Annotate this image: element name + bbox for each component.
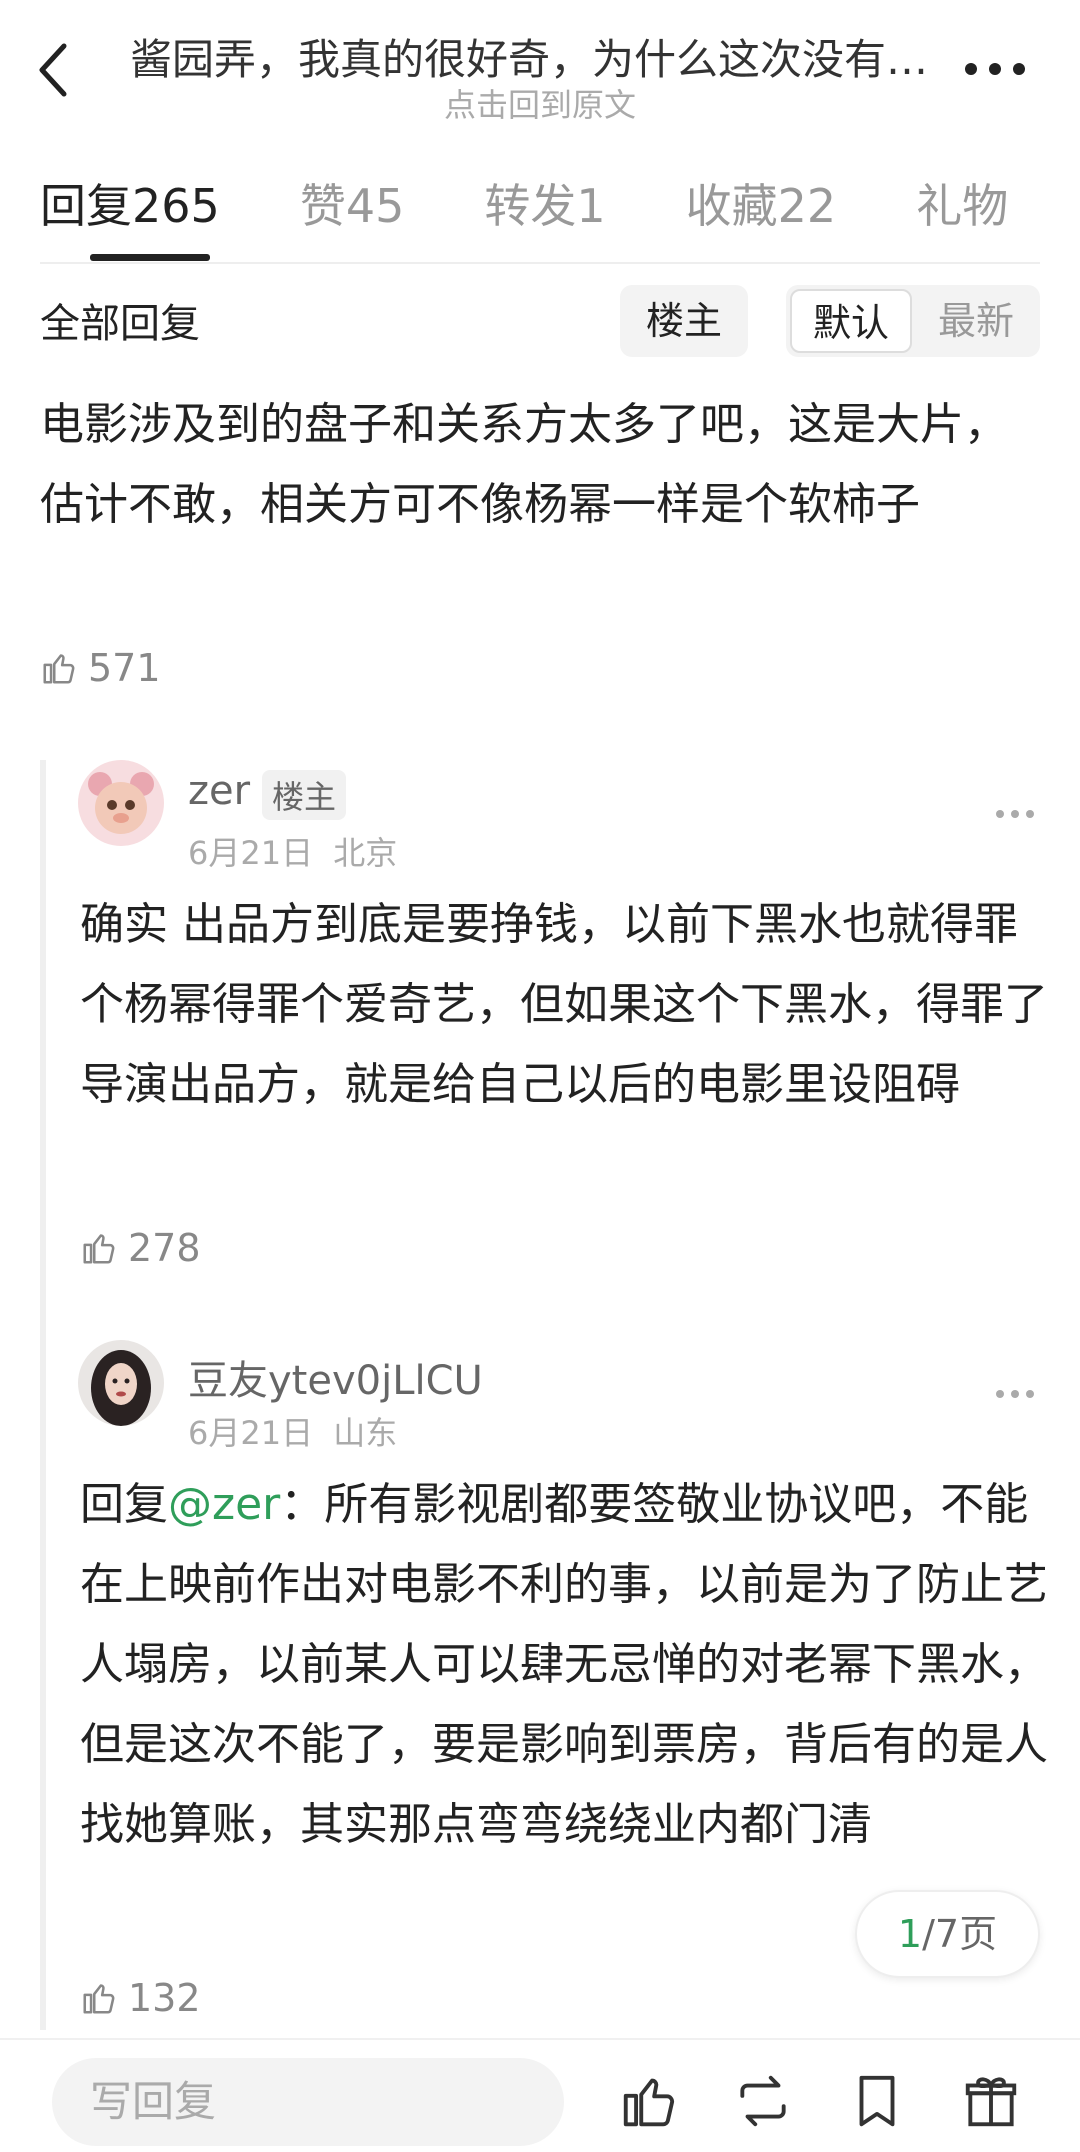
- back-to-post-link[interactable]: 点击回到原文: [0, 80, 1080, 126]
- op-badge: 楼主: [262, 770, 347, 820]
- avatar[interactable]: [78, 1340, 164, 1426]
- main-comment-like[interactable]: 571: [40, 646, 161, 690]
- avatar[interactable]: [78, 760, 164, 846]
- like-count: 278: [128, 1226, 201, 1270]
- sort-latest-button[interactable]: 最新: [914, 285, 1038, 357]
- thumbs-up-icon: [83, 1234, 115, 1264]
- reply-like[interactable]: 132: [80, 1976, 201, 2020]
- post-title[interactable]: 酱园弄，我真的很好奇，为什么这次没有…: [130, 26, 930, 87]
- tab-label: 礼物: [916, 179, 1009, 233]
- tab-reposts[interactable]: 转发1: [484, 170, 605, 260]
- reply-text: 回复@zer：所有影视剧都要签敬业协议吧，不能在上映前作出对电影不利的事，以前是…: [80, 1465, 1060, 1865]
- reply-username[interactable]: 豆友ytev0jLlCU: [188, 1348, 483, 1406]
- tab-bar: 回复265 赞45 转发1 收藏22 礼物: [40, 170, 1080, 261]
- reply-meta: 6月21日 北京: [188, 828, 397, 874]
- tab-gifts[interactable]: 礼物: [916, 170, 1008, 260]
- op-only-filter-button[interactable]: 楼主: [620, 285, 748, 357]
- all-replies-label: 全部回复: [40, 301, 200, 347]
- more-options-icon[interactable]: [965, 62, 1025, 76]
- tab-replies[interactable]: 回复265: [40, 170, 220, 261]
- thread-line: [40, 760, 46, 2030]
- tab-count: 1: [576, 179, 606, 233]
- tab-divider: [40, 262, 1040, 264]
- like-count: 132: [128, 1976, 201, 2020]
- reply-date: 6月21日: [188, 1414, 314, 1452]
- reply-location: 北京: [333, 834, 398, 872]
- tab-count: 22: [777, 179, 837, 233]
- reply-body: ：所有影视剧都要签敬业协议吧，不能在上映前作出对电影不利的事，以前是为了防止艺人…: [80, 1479, 1048, 1850]
- reply-location: 山东: [333, 1414, 398, 1452]
- total-pages: /7页: [922, 1912, 998, 1956]
- reply-like[interactable]: 278: [80, 1226, 201, 1270]
- reply-text: 确实 出品方到底是要挣钱，以前下黑水也就得罪个杨幂得罪个爱奇艺，但如果这个下黑水…: [80, 899, 1048, 1110]
- main-comment-text: 电影涉及到的盘子和关系方太多了吧，这是大片，估计不敢，相关方可不像杨幂一样是个软…: [40, 399, 1008, 530]
- mention-link[interactable]: @zer: [168, 1479, 280, 1530]
- tab-likes[interactable]: 赞45: [300, 170, 405, 260]
- thumbs-up-icon: [83, 1984, 115, 2014]
- page-indicator[interactable]: 1/7页: [855, 1890, 1040, 1978]
- like-count: 571: [88, 646, 161, 690]
- active-tab-indicator: [90, 254, 210, 261]
- tab-label: 转发: [484, 179, 577, 233]
- bottom-divider: [0, 2038, 1080, 2040]
- reply-date: 6月21日: [188, 834, 314, 872]
- tab-favorites[interactable]: 收藏22: [686, 170, 837, 260]
- like-button-icon[interactable]: [618, 2070, 680, 2132]
- current-page: 1: [897, 1912, 923, 1956]
- reply-username[interactable]: zer: [188, 768, 250, 814]
- tab-count: 265: [132, 179, 220, 233]
- sort-toggle: 默认 最新: [786, 285, 1040, 357]
- reply-meta: 6月21日 山东: [188, 1408, 397, 1454]
- sort-default-button[interactable]: 默认: [790, 289, 912, 353]
- reply-more-icon[interactable]: [996, 1390, 1034, 1400]
- reply-filter-row: 全部回复 楼主 默认 最新: [40, 285, 1040, 357]
- thumbs-up-icon: [43, 654, 75, 684]
- tab-count: 45: [345, 179, 405, 233]
- reply-prefix: 回复: [80, 1479, 168, 1530]
- reply-more-icon[interactable]: [996, 810, 1034, 820]
- top-bar: 酱园弄，我真的很好奇，为什么这次没有… 点击回到原文: [0, 0, 1080, 130]
- bookmark-icon[interactable]: [846, 2070, 908, 2132]
- tab-label: 回复: [40, 179, 132, 233]
- tab-label: 收藏: [685, 179, 778, 233]
- write-reply-input[interactable]: 写回复: [52, 2058, 564, 2146]
- gift-icon[interactable]: [960, 2070, 1022, 2132]
- tab-label: 赞: [299, 179, 346, 233]
- repost-icon[interactable]: [732, 2070, 794, 2132]
